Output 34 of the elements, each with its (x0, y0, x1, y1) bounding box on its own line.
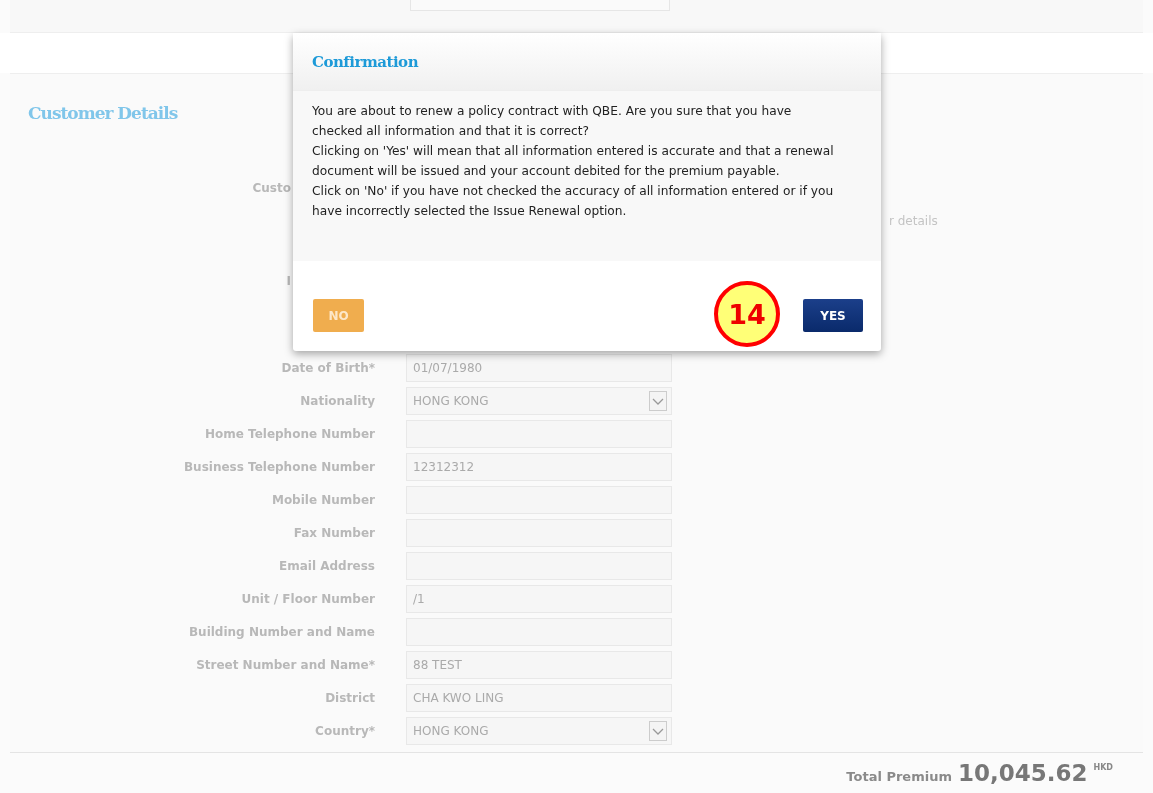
input-field[interactable]: 88 TEST (406, 651, 672, 679)
field-label: District (325, 691, 375, 705)
dropdown-caret-icon (649, 721, 667, 741)
callout-badge: 14 (714, 281, 780, 347)
input-field[interactable]: CHA KWO LING (406, 684, 672, 712)
dialog-message: You are about to renew a policy contract with QBE. Are you sure that you have checked all information and that it is correct? (312, 103, 793, 140)
field-label: Nationality (300, 394, 375, 408)
dropdown-field[interactable]: HONG KONG (406, 717, 672, 745)
confirm-button[interactable]: YES (803, 299, 863, 332)
dropdown-caret-icon (649, 391, 667, 411)
field-label: Unit / Floor Number (241, 592, 375, 606)
dropdown-field[interactable]: HONG KONG (406, 387, 672, 415)
currency-label: HKD (1093, 763, 1113, 772)
field-label: Email Address (279, 559, 375, 573)
input-field[interactable]: 12312312 (406, 453, 672, 481)
input-field[interactable]: /1 (406, 585, 672, 613)
cancel-button[interactable]: NO (313, 299, 364, 332)
field-label: I (286, 274, 291, 288)
input-field[interactable]: 01/07/1980 (406, 354, 672, 382)
field-label: Home Telephone Number (204, 427, 375, 441)
field-label: Building Number and Name (188, 625, 375, 639)
field-label: Fax Number (293, 526, 375, 540)
section-title: Customer Details (28, 102, 178, 124)
total-label: Total Premium (846, 768, 952, 784)
field-label: Business Telephone Number (183, 460, 375, 474)
total-amount: 10,045.62 (957, 760, 1088, 786)
dialog-title: Confirmation (312, 52, 419, 71)
field-label: Country* (315, 724, 375, 738)
dialog-message: Click on 'No' if you have not checked the accuracy of all information entered or if you have incorrectly selected the Issue Renewal option. (312, 183, 835, 220)
field-label: Date of Birth* (281, 361, 375, 375)
field-label: Mobile Number (271, 493, 375, 507)
dialog-message: Clicking on 'Yes' will mean that all information entered is accurate and that a renewal document will be issued and your account debited for the premium payable. (312, 143, 835, 180)
field-label: Street Number and Name* (196, 658, 375, 672)
field-label: Custo (252, 181, 291, 195)
